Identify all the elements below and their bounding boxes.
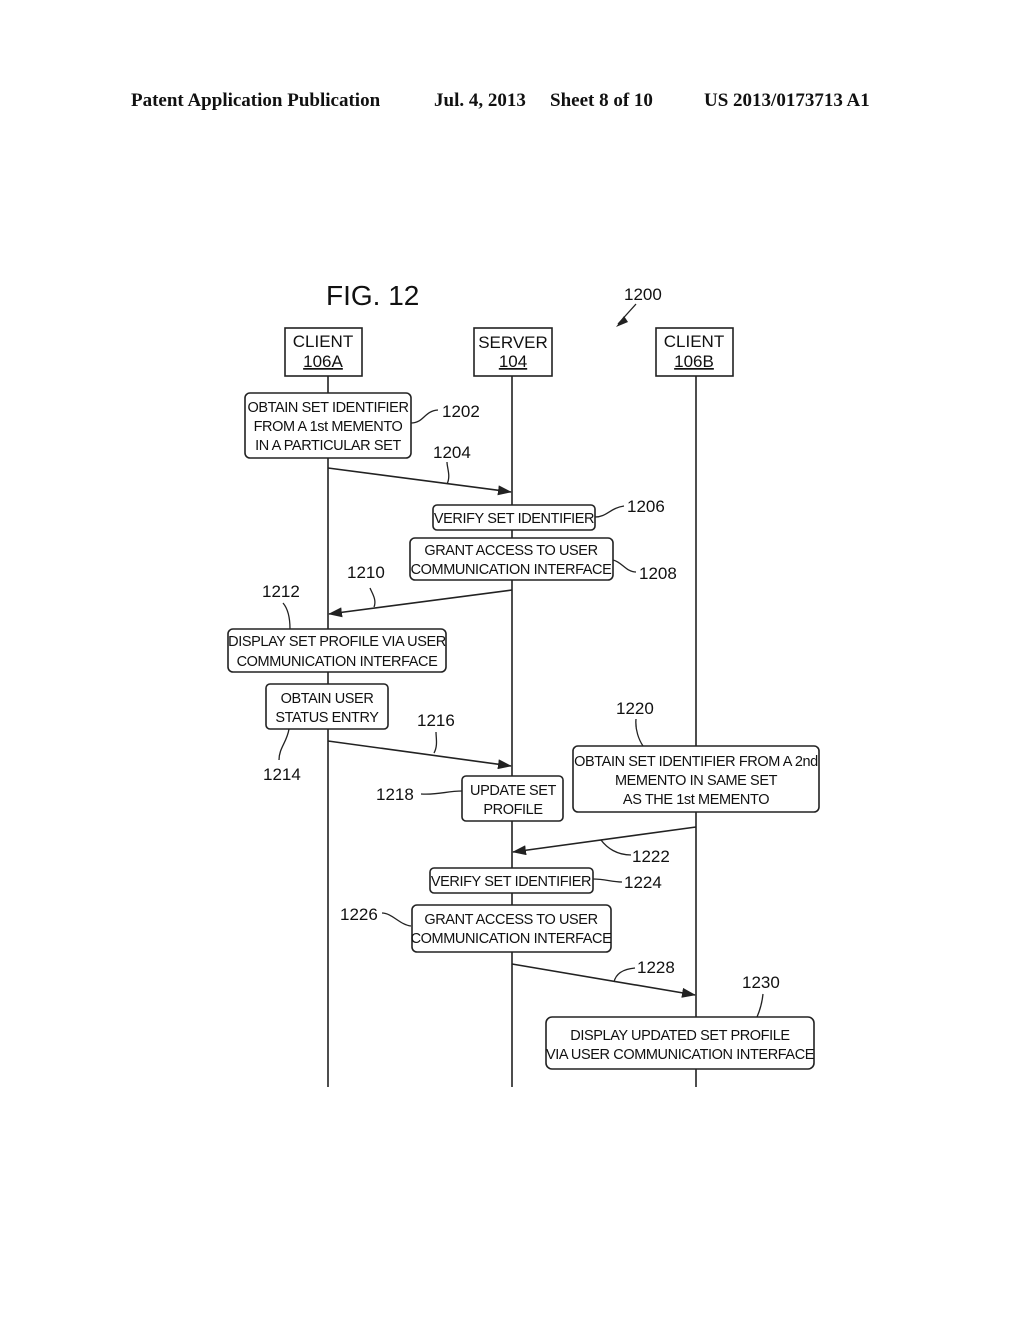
ref-1212: 1212 — [262, 582, 300, 601]
entity-id: 106B — [674, 352, 714, 371]
sequence-diagram: FIG. 12 1200 CLIENT 106A SERVER 104 CLIE… — [227, 280, 820, 1087]
entity-client-106a: CLIENT 106A — [284, 327, 363, 377]
message-1216-arrow — [327, 740, 512, 770]
ref-1208: 1208 — [639, 564, 677, 583]
leader-1222 — [600, 839, 632, 856]
step-1224-box: VERIFY SET IDENTIFIER — [429, 867, 594, 894]
svg-text:OBTAIN SET IDENTIFIER: OBTAIN SET IDENTIFIER — [247, 400, 408, 416]
leader-1230 — [756, 993, 764, 1018]
ref-1210: 1210 — [347, 563, 385, 582]
svg-text:UPDATE SET: UPDATE SET — [470, 783, 557, 799]
svg-text:VERIFY SET IDENTIFIER: VERIFY SET IDENTIFIER — [434, 511, 594, 527]
svg-text:CLIENT: CLIENT — [664, 332, 724, 351]
svg-text:DISPLAY SET PROFILE VIA USER: DISPLAY SET PROFILE VIA USER — [228, 634, 446, 650]
figure-ref: 1200 — [624, 285, 662, 304]
leader-1202 — [410, 409, 439, 424]
entity-server-104: SERVER 104 — [473, 327, 553, 377]
figure-ref-arrowhead — [616, 316, 628, 327]
message-1210-arrow — [328, 589, 513, 618]
svg-text:OBTAIN SET IDENTIFIER FROM A 2: OBTAIN SET IDENTIFIER FROM A 2nd — [574, 754, 818, 770]
leader-1224 — [592, 878, 623, 883]
svg-text:MEMENTO IN SAME SET: MEMENTO IN SAME SET — [615, 773, 778, 789]
ref-1214: 1214 — [263, 765, 301, 784]
entity-id: 106A — [303, 352, 343, 371]
step-1214-box: OBTAIN USER STATUS ENTRY — [265, 683, 389, 730]
svg-text:PROFILE: PROFILE — [483, 802, 543, 818]
message-1204-arrow — [327, 467, 512, 496]
ref-1226: 1226 — [340, 905, 378, 924]
leader-1204 — [446, 461, 450, 485]
leader-1226 — [381, 912, 412, 927]
step-1226-box: GRANT ACCESS TO USER COMMUNICATION INTER… — [411, 904, 613, 953]
svg-text:IN A PARTICULAR SET: IN A PARTICULAR SET — [255, 438, 401, 454]
svg-text:DISPLAY UPDATED SET PROFILE: DISPLAY UPDATED SET PROFILE — [570, 1028, 790, 1044]
entity-id: 104 — [499, 352, 527, 371]
leader-1214 — [278, 728, 290, 761]
leader-1210 — [369, 587, 376, 608]
svg-text:SERVER: SERVER — [478, 333, 548, 352]
svg-text:CLIENT: CLIENT — [293, 332, 353, 351]
ref-1202: 1202 — [442, 402, 480, 421]
ref-1218: 1218 — [376, 785, 414, 804]
ref-1228: 1228 — [637, 958, 675, 977]
leader-1212 — [282, 602, 291, 630]
svg-text:GRANT ACCESS TO USER: GRANT ACCESS TO USER — [424, 543, 597, 559]
step-1218-box: UPDATE SET PROFILE — [461, 775, 564, 822]
step-1208-box: GRANT ACCESS TO USER COMMUNICATION INTER… — [409, 537, 614, 581]
ref-1224: 1224 — [624, 873, 662, 892]
svg-text:OBTAIN USER: OBTAIN USER — [281, 691, 374, 707]
entity-client-106b: CLIENT 106B — [655, 327, 734, 377]
svg-text:COMMUNICATION INTERFACE: COMMUNICATION INTERFACE — [237, 654, 439, 670]
step-1220-box: OBTAIN SET IDENTIFIER FROM A 2nd MEMENTO… — [572, 745, 820, 813]
ref-1216: 1216 — [417, 711, 455, 730]
figure-title: FIG. 12 — [326, 280, 419, 311]
svg-text:STATUS ENTRY: STATUS ENTRY — [275, 710, 379, 726]
leader-1218 — [420, 790, 463, 795]
leader-1206 — [594, 505, 625, 518]
svg-text:COMMUNICATION INTERFACE: COMMUNICATION INTERFACE — [411, 562, 613, 578]
ref-1206: 1206 — [627, 497, 665, 516]
step-1230-box: DISPLAY UPDATED SET PROFILE VIA USER COM… — [545, 1016, 815, 1070]
leader-1228 — [613, 967, 636, 983]
step-1202-box: OBTAIN SET IDENTIFIER FROM A 1st MEMENTO… — [244, 392, 412, 459]
ref-1230: 1230 — [742, 973, 780, 992]
step-1206-box: VERIFY SET IDENTIFIER — [432, 504, 596, 531]
leader-1208 — [612, 559, 637, 573]
svg-text:AS THE 1st MEMENTO: AS THE 1st MEMENTO — [623, 792, 769, 808]
ref-1204: 1204 — [433, 443, 471, 462]
svg-text:VERIFY SET IDENTIFIER: VERIFY SET IDENTIFIER — [431, 874, 591, 890]
leader-1216 — [433, 731, 438, 754]
ref-1222: 1222 — [632, 847, 670, 866]
svg-text:GRANT ACCESS TO USER: GRANT ACCESS TO USER — [424, 912, 597, 928]
leader-1220 — [635, 718, 644, 747]
svg-text:VIA USER COMMUNICATION INTERFA: VIA USER COMMUNICATION INTERFACE — [546, 1047, 815, 1063]
svg-text:COMMUNICATION INTERFACE: COMMUNICATION INTERFACE — [411, 931, 613, 947]
ref-1220: 1220 — [616, 699, 654, 718]
step-1212-box: DISPLAY SET PROFILE VIA USER COMMUNICATI… — [227, 628, 447, 673]
svg-text:FROM A 1st MEMENTO: FROM A 1st MEMENTO — [254, 419, 403, 435]
